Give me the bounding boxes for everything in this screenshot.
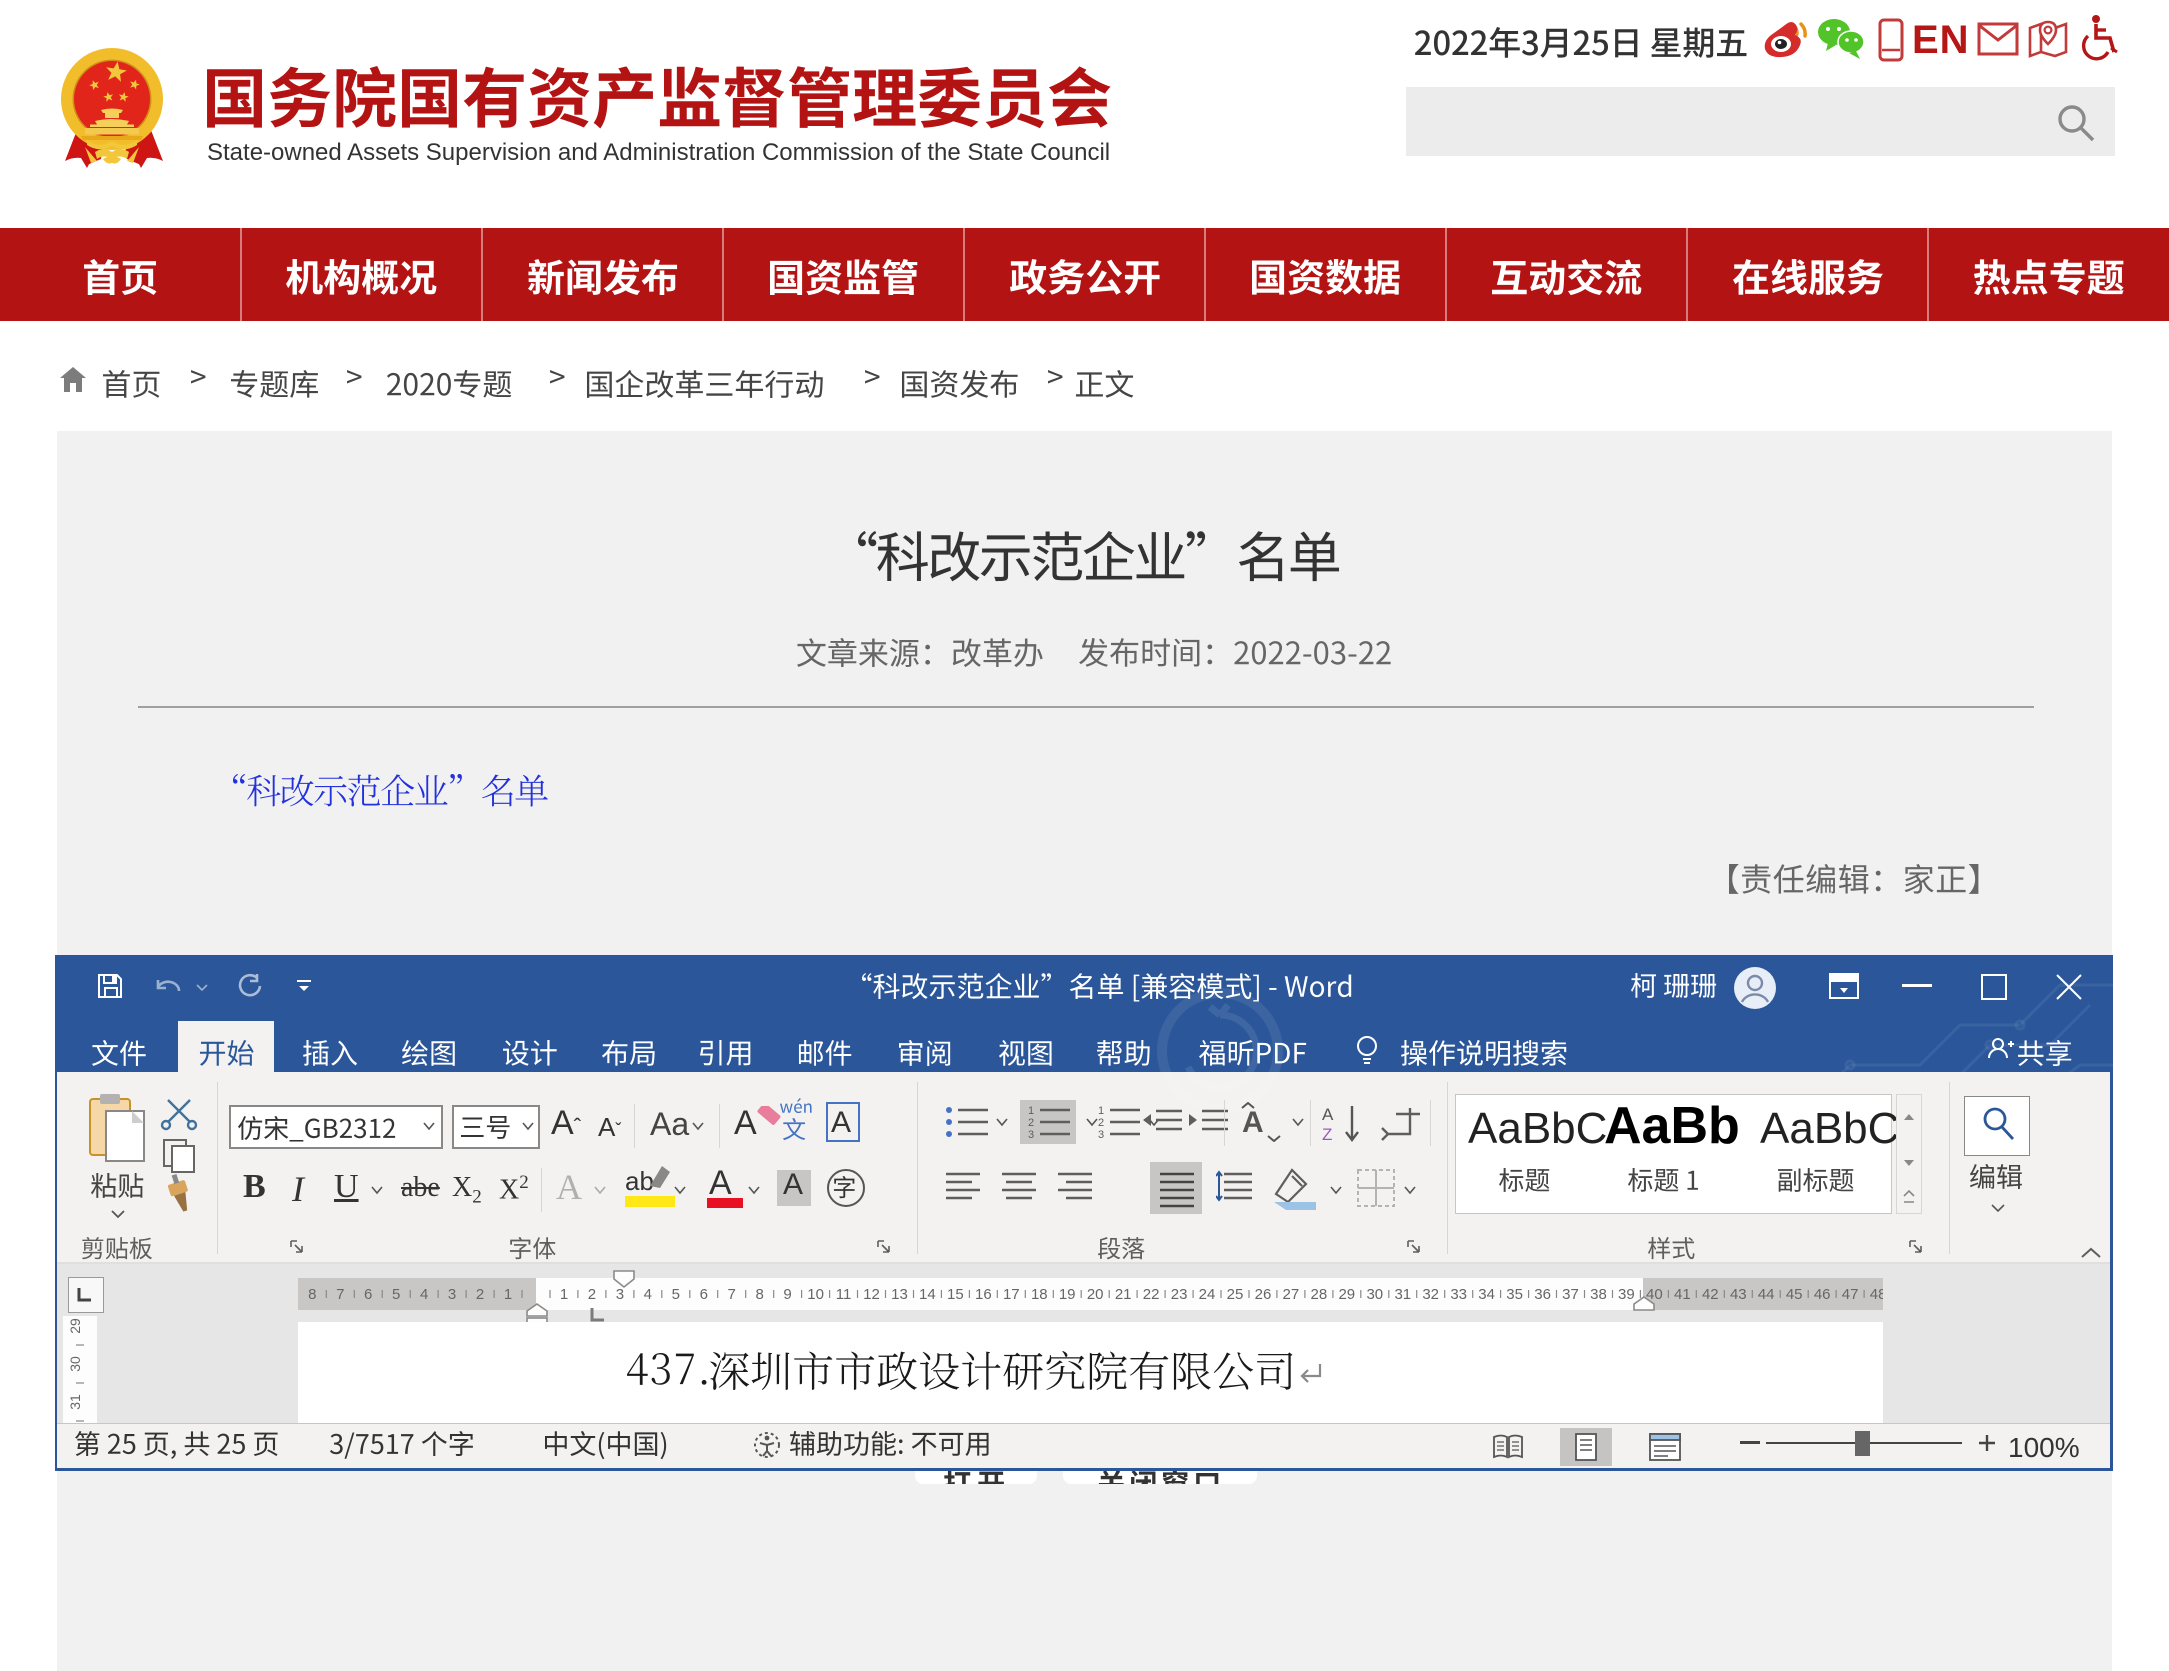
svg-text:16: 16 — [975, 1286, 992, 1303]
svg-text:31: 31 — [1394, 1286, 1411, 1303]
svg-text:19: 19 — [1059, 1286, 1076, 1303]
svg-text:29: 29 — [67, 1318, 83, 1334]
svg-text:46: 46 — [1814, 1286, 1831, 1303]
svg-text:8: 8 — [756, 1286, 764, 1303]
svg-text:28: 28 — [1311, 1286, 1328, 1303]
svg-text:29: 29 — [1338, 1286, 1355, 1303]
svg-text:10: 10 — [807, 1286, 824, 1303]
svg-text:2: 2 — [1028, 1117, 1034, 1129]
svg-text:25: 25 — [1227, 1286, 1244, 1303]
svg-text:33: 33 — [1450, 1286, 1467, 1303]
svg-text:5: 5 — [672, 1286, 680, 1303]
svg-text:14: 14 — [919, 1286, 936, 1303]
svg-text:34: 34 — [1478, 1286, 1495, 1303]
svg-text:Z: Z — [1322, 1125, 1332, 1144]
svg-text:5: 5 — [392, 1286, 400, 1303]
svg-text:7: 7 — [336, 1286, 344, 1303]
svg-text:7: 7 — [728, 1286, 736, 1303]
svg-text:4: 4 — [420, 1286, 428, 1303]
svg-text:6: 6 — [700, 1286, 708, 1303]
svg-text:41: 41 — [1674, 1286, 1691, 1303]
svg-text:13: 13 — [891, 1286, 908, 1303]
svg-text:2: 2 — [588, 1286, 596, 1303]
svg-text:32: 32 — [1422, 1286, 1439, 1303]
svg-text:A: A — [1322, 1105, 1334, 1124]
svg-text:17: 17 — [1003, 1286, 1020, 1303]
svg-text:12: 12 — [863, 1286, 880, 1303]
svg-text:2: 2 — [1098, 1117, 1104, 1129]
svg-text:15: 15 — [947, 1286, 964, 1303]
svg-text:24: 24 — [1199, 1286, 1216, 1303]
svg-text:1: 1 — [1098, 1106, 1104, 1117]
svg-text:A: A — [1242, 1106, 1264, 1139]
svg-text:36: 36 — [1534, 1286, 1551, 1303]
svg-text:3: 3 — [1028, 1129, 1034, 1140]
svg-text:31: 31 — [67, 1394, 83, 1410]
svg-text:30: 30 — [1366, 1286, 1383, 1303]
svg-text:42: 42 — [1702, 1286, 1719, 1303]
svg-text:1: 1 — [560, 1286, 568, 1303]
svg-text:47: 47 — [1842, 1286, 1859, 1303]
svg-text:30: 30 — [67, 1356, 83, 1372]
svg-text:43: 43 — [1730, 1286, 1747, 1303]
svg-text:27: 27 — [1283, 1286, 1300, 1303]
svg-text:35: 35 — [1506, 1286, 1523, 1303]
svg-text:4: 4 — [644, 1286, 652, 1303]
svg-text:8: 8 — [308, 1286, 316, 1303]
svg-text:3: 3 — [1098, 1129, 1104, 1140]
svg-text:20: 20 — [1087, 1286, 1104, 1303]
svg-text:26: 26 — [1255, 1286, 1272, 1303]
svg-text:45: 45 — [1786, 1286, 1803, 1303]
svg-text:6: 6 — [364, 1286, 372, 1303]
svg-text:1: 1 — [504, 1286, 512, 1303]
svg-text:18: 18 — [1031, 1286, 1048, 1303]
svg-text:1: 1 — [1028, 1106, 1034, 1117]
svg-text:48: 48 — [1870, 1286, 1883, 1303]
svg-text:21: 21 — [1115, 1286, 1132, 1303]
svg-text:2: 2 — [476, 1286, 484, 1303]
svg-text:44: 44 — [1758, 1286, 1775, 1303]
svg-text:37: 37 — [1562, 1286, 1579, 1303]
svg-text:38: 38 — [1590, 1286, 1607, 1303]
svg-text:9: 9 — [783, 1286, 791, 1303]
svg-text:23: 23 — [1171, 1286, 1188, 1303]
svg-text:3: 3 — [448, 1286, 456, 1303]
svg-text:11: 11 — [836, 1286, 852, 1303]
svg-text:22: 22 — [1143, 1286, 1160, 1303]
